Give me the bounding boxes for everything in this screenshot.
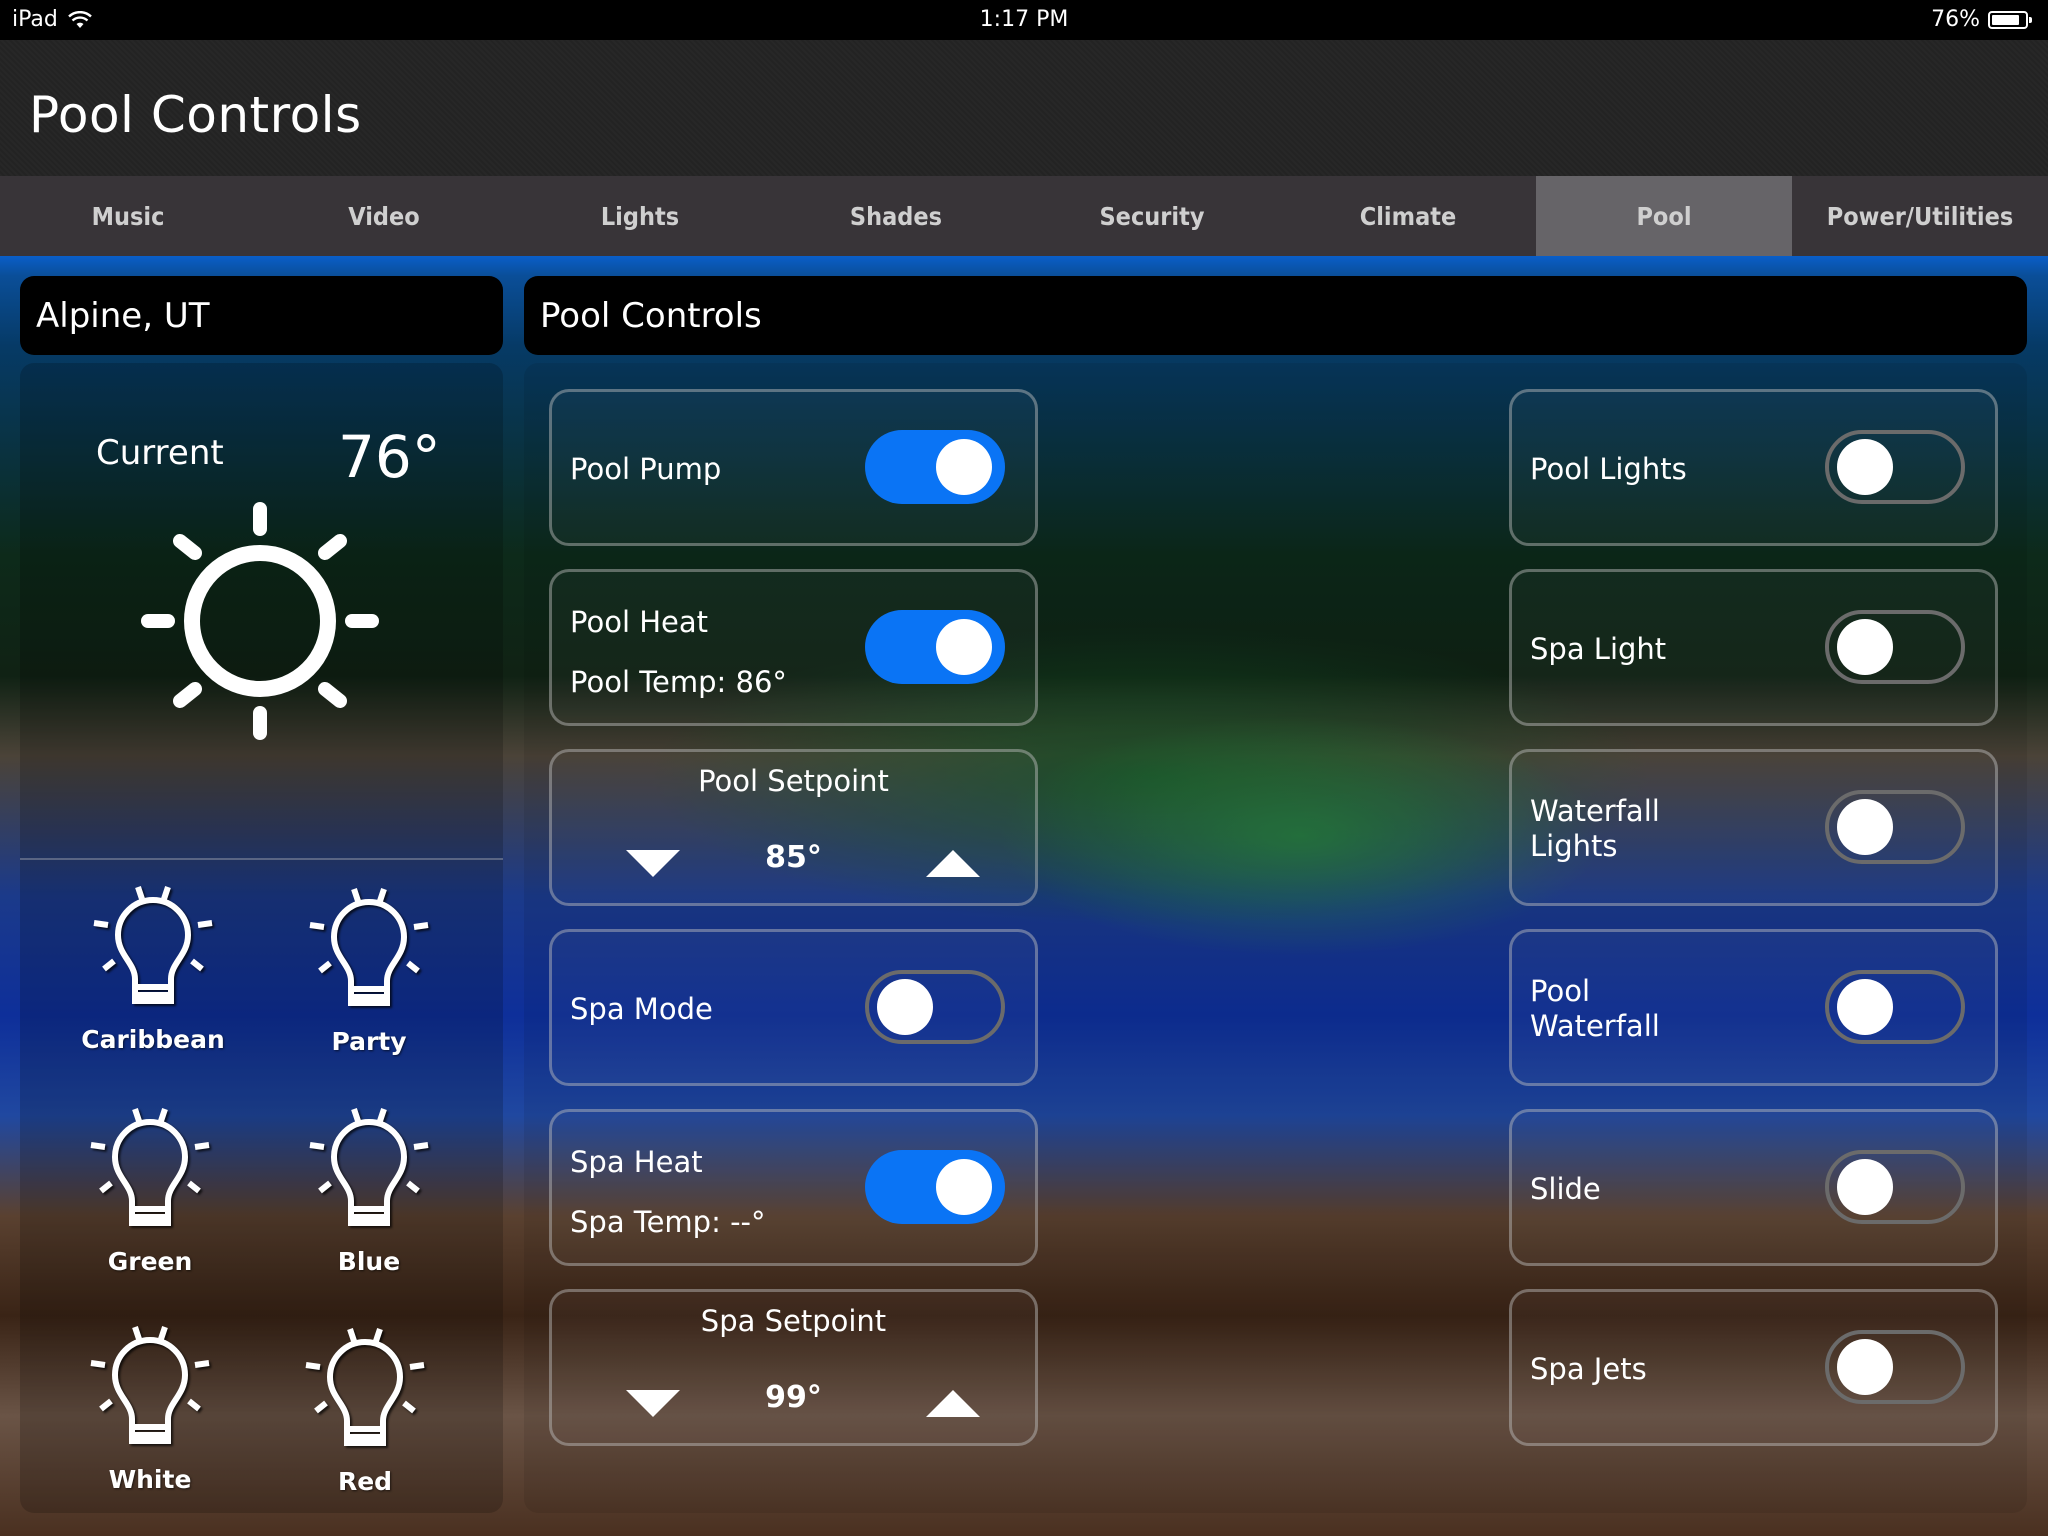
waterfall-lights-card: Waterfall Lights [1509,749,1998,906]
spa-heat-toggle[interactable] [865,1150,1005,1224]
spa-light-card: Spa Light [1509,569,1998,726]
pool-setpoint-card: Pool Setpoint 85° [549,749,1038,906]
location-header: Alpine, UT [20,276,503,355]
scene-label: Blue [337,1247,401,1276]
battery-percent: 76% [1931,7,1980,32]
pool-waterfall-toggle[interactable] [1825,970,1965,1044]
lightbulb-icon [309,888,429,1006]
scene-label: Party [331,1027,407,1056]
pool-lights-card: Pool Lights [1509,389,1998,546]
pool-pump-label: Pool Pump [570,452,722,486]
scene-white-button[interactable]: White [65,1323,235,1508]
lightbulb-icon [93,886,213,1004]
tab-power-utilities[interactable]: Power/Utilities [1792,176,2048,256]
scene-label: Red [337,1467,393,1496]
sun-icon [141,502,379,740]
waterfall-lights-toggle[interactable] [1825,790,1965,864]
spa-setpoint-card: Spa Setpoint 99° [549,1289,1038,1446]
tab-video[interactable]: Video [256,176,512,256]
lightbulb-icon [309,1108,429,1226]
pool-lights-toggle[interactable] [1825,430,1965,504]
status-bar: iPad 1:17 PM 76% [0,0,2048,40]
spa-light-toggle[interactable] [1825,610,1965,684]
current-label: Current [96,433,224,473]
spa-jets-toggle[interactable] [1825,1330,1965,1404]
spa-heat-card: Spa Heat Spa Temp: --° [549,1109,1038,1266]
controls-header: Pool Controls [524,276,2027,355]
lightbulb-icon [90,1108,210,1226]
slide-toggle[interactable] [1825,1150,1965,1224]
spa-mode-toggle[interactable] [865,970,1005,1044]
scene-green-button[interactable]: Green [65,1105,235,1290]
lightbulb-icon [305,1328,425,1446]
pool-setpoint-increase-icon[interactable] [926,850,980,877]
spa-setpoint-label: Spa Setpoint [700,1304,887,1338]
tab-climate[interactable]: Climate [1280,176,1536,256]
spa-setpoint-increase-icon[interactable] [926,1390,980,1417]
tab-bar: Music Video Lights Shades Security Clima… [0,176,2048,256]
scene-label: Caribbean [81,1025,225,1054]
pool-pump-card: Pool Pump [549,389,1038,546]
slide-label: Slide [1530,1172,1601,1206]
tab-security[interactable]: Security [1024,176,1280,256]
spa-mode-card: Spa Mode [549,929,1038,1086]
spa-temp-readout: Spa Temp: --° [570,1205,766,1239]
pool-setpoint-label: Pool Setpoint [698,764,889,798]
pool-heat-toggle[interactable] [865,610,1005,684]
pool-waterfall-label: Pool Waterfall [1530,974,1660,1043]
waterfall-lights-label: Waterfall Lights [1530,794,1660,863]
page-title: Pool Controls [29,86,362,144]
scene-label: Green [107,1247,193,1276]
scene-caribbean-button[interactable]: Caribbean [68,883,238,1068]
pool-heat-card: Pool Heat Pool Temp: 86° [549,569,1038,726]
tab-shades[interactable]: Shades [768,176,1024,256]
battery-icon [1988,10,2032,29]
spa-jets-label: Spa Jets [1530,1352,1647,1386]
pool-waterfall-card: Pool Waterfall [1509,929,1998,1086]
scene-label: White [108,1465,192,1494]
weather-panel: Current 76° Caribbean Party Green Blue W… [20,363,503,1513]
scene-party-button[interactable]: Party [284,885,454,1070]
spa-mode-label: Spa Mode [570,992,713,1026]
tab-lights[interactable]: Lights [512,176,768,256]
title-bar: Pool Controls [0,40,2048,176]
current-temp: 76° [338,423,441,491]
divider [20,858,503,860]
scene-blue-button[interactable]: Blue [284,1105,454,1290]
lightbulb-icon [90,1326,210,1444]
spa-jets-card: Spa Jets [1509,1289,1998,1446]
scene-red-button[interactable]: Red [280,1325,450,1510]
spa-light-label: Spa Light [1530,632,1667,666]
pool-lights-label: Pool Lights [1530,452,1687,486]
slide-card: Slide [1509,1109,1998,1266]
spa-heat-label: Spa Heat [570,1145,703,1179]
pool-temp-readout: Pool Temp: 86° [570,665,787,699]
pool-pump-toggle[interactable] [865,430,1005,504]
clock: 1:17 PM [979,7,1069,32]
tab-music[interactable]: Music [0,176,256,256]
tab-pool[interactable]: Pool [1536,176,1792,256]
pool-heat-label: Pool Heat [570,605,709,639]
